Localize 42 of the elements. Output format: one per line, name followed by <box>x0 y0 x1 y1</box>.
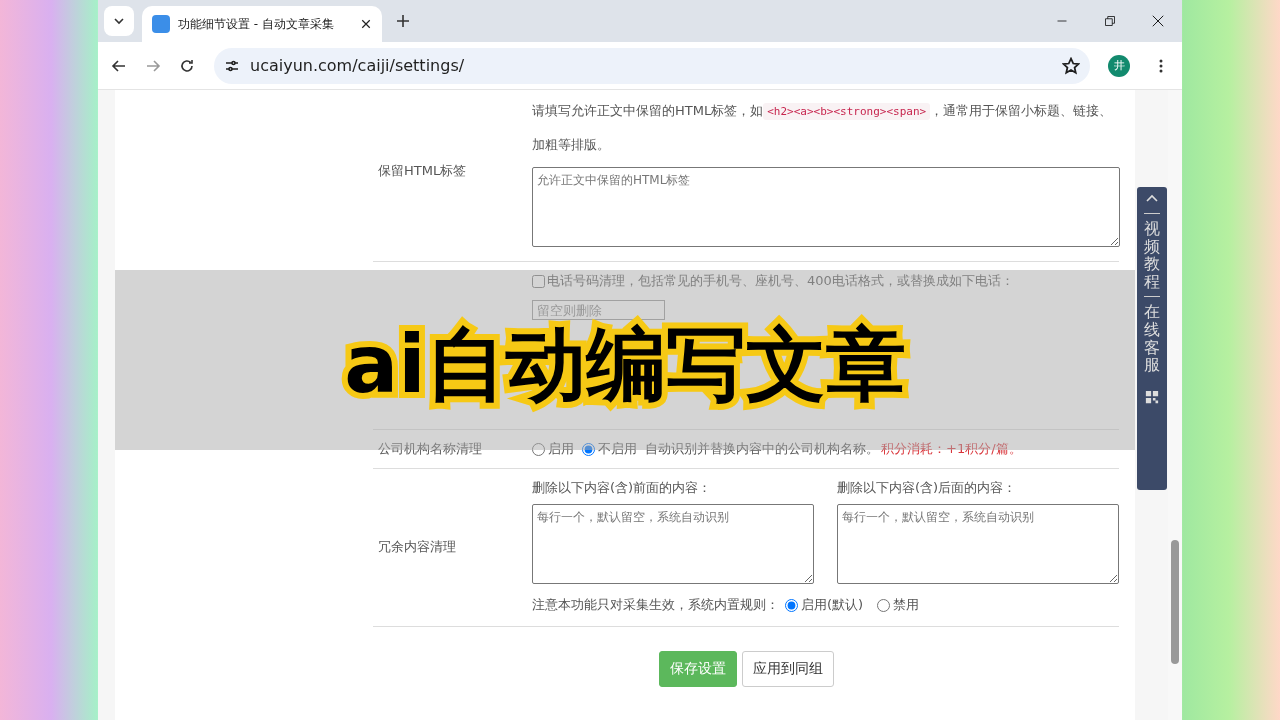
field-heading: 删除以下内容(含)前面的内容： <box>532 479 713 497</box>
reload-icon <box>179 57 195 74</box>
plus-icon <box>395 13 411 29</box>
url-text: ucaiyun.com/caiji/settings/ <box>250 56 466 75</box>
address-bar[interactable]: ucaiyun.com/caiji/settings/ <box>214 47 1090 84</box>
code-snippet: <h2><a><b><strong><span> <box>763 103 931 120</box>
option-text: 电话号码清理，包括常见的手机号、座机号、400电话格式，或替换成如下电话： <box>547 272 1014 290</box>
apply-button[interactable]: 应用到同组 <box>741 651 834 687</box>
html-tags-field[interactable]: 允许正文中保留的HTML标签 <box>532 167 1120 247</box>
field-label: 冗余内容清理 <box>378 537 457 556</box>
close-icon <box>360 18 372 30</box>
radio-button[interactable] <box>785 598 798 612</box>
arrow-left-icon <box>111 57 127 74</box>
browser-tab[interactable]: 功能细节设置 - 自动文章采集 <box>142 6 382 42</box>
radio-label: 启用 <box>548 440 574 458</box>
radio-button[interactable] <box>532 442 545 456</box>
profile-avatar[interactable]: 井 <box>1108 54 1130 77</box>
note-text: 自动识别并替换内容中的公司机构名称。 <box>645 440 879 458</box>
site-favicon <box>152 15 170 33</box>
tab-list-button[interactable] <box>104 6 134 36</box>
qr-code-icon <box>1145 389 1159 404</box>
phone-field[interactable]: 留空则删除 <box>532 300 665 320</box>
side-panel-link[interactable]: 在线客服 <box>1144 296 1160 374</box>
arrow-right-icon <box>145 57 161 74</box>
side-panel-link[interactable]: 视频教程 <box>1144 213 1160 291</box>
radio-button[interactable] <box>877 598 891 612</box>
field-heading: 删除以下内容(含)后面的内容： <box>837 479 1018 497</box>
hint-text: 请填写允许正文中保留的HTML标签，如 <h2><a><b><strong><span> ，通常用于保留小标题、链接、加粗等排版。 <box>532 102 1114 154</box>
cost-text: 积分消耗：+1积分/篇。 <box>881 440 1022 458</box>
phone-checkbox[interactable] <box>532 274 545 288</box>
content-field[interactable]: 每行一个，默认留空，系统自动识别 <box>837 504 1119 584</box>
radio-label: 禁用 <box>893 596 920 614</box>
radio-button[interactable] <box>582 442 595 456</box>
field-label: 公司机构名称清理 <box>378 440 483 458</box>
close-icon <box>1151 14 1165 28</box>
radio-label: 启用(默认) <box>801 596 864 614</box>
radio-label: 不启用 <box>598 440 637 458</box>
note-text: 注意本功能只对采集生效，系统内置规则： <box>532 596 779 614</box>
restore-icon <box>1104 15 1116 27</box>
star-icon <box>1062 56 1080 75</box>
content-field[interactable]: 每行一个，默认留空，系统自动识别 <box>532 504 814 584</box>
field-label: 保留HTML标签 <box>378 161 468 180</box>
